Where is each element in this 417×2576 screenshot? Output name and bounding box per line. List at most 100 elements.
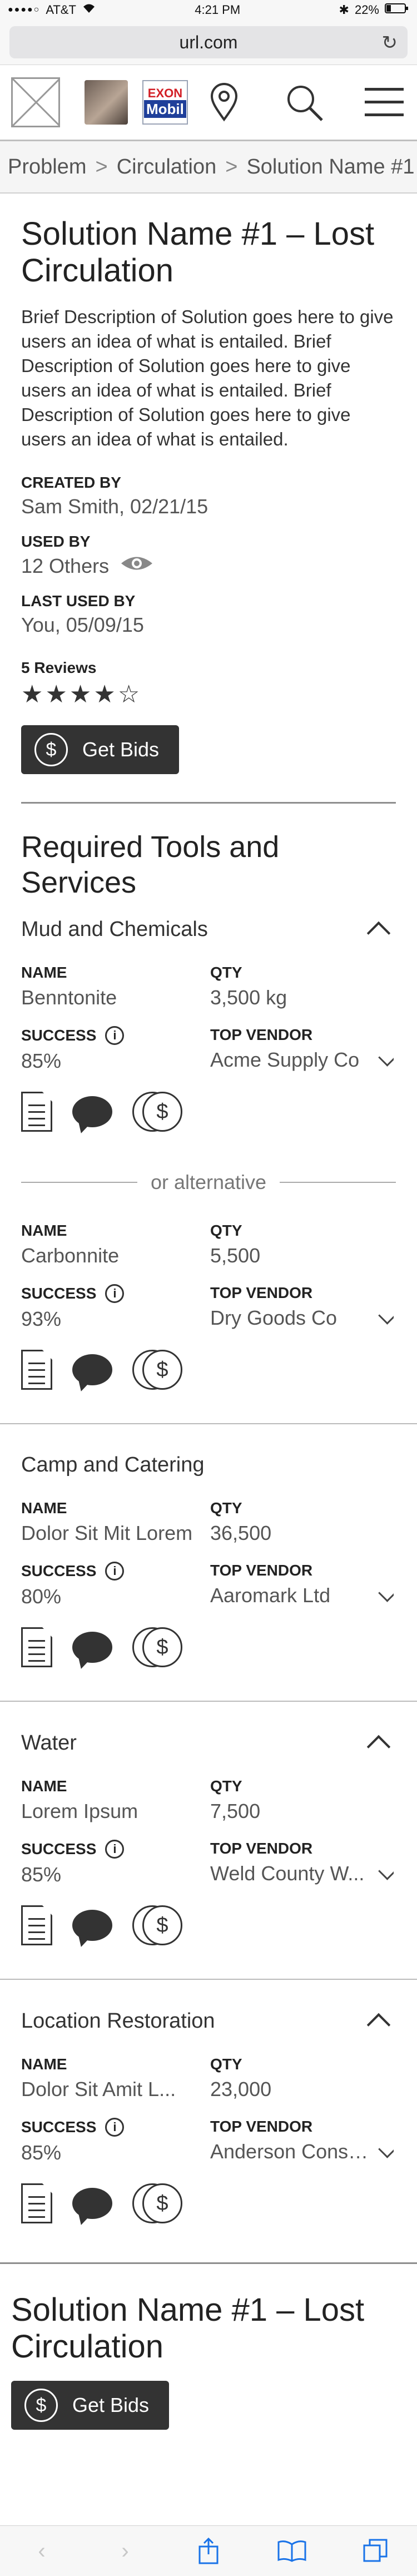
reload-icon[interactable]: ↻: [382, 32, 398, 54]
success-label-text: SUCCESS: [21, 1840, 97, 1857]
vendor-select[interactable]: Aaromark Ltd: [210, 1584, 394, 1607]
chevron-up-icon[interactable]: [366, 2013, 391, 2037]
vendor-value: Dry Goods Co: [210, 1306, 337, 1329]
app-header: EXON Mobil: [0, 65, 417, 141]
group-header-mud[interactable]: Mud and Chemicals: [21, 917, 396, 945]
document-icon[interactable]: [21, 1905, 52, 1945]
success-value: 85%: [21, 2141, 62, 2164]
star-rating[interactable]: ★ ★ ★ ★ ☆: [21, 680, 396, 709]
info-icon[interactable]: i: [105, 1284, 125, 1303]
section-divider: [0, 2262, 417, 2264]
name-label: NAME: [21, 1499, 67, 1517]
breadcrumb-solution[interactable]: Solution Name #1: [246, 155, 414, 179]
info-icon[interactable]: i: [105, 2118, 125, 2137]
address-bar[interactable]: url.com ↻: [9, 26, 408, 58]
success-label: SUCCESS i: [21, 2118, 210, 2137]
star-filled-icon[interactable]: ★: [21, 680, 43, 709]
star-filled-icon[interactable]: ★: [45, 680, 67, 709]
vendor-select[interactable]: Acme Supply Co: [210, 1048, 394, 1072]
eye-icon[interactable]: [120, 554, 153, 578]
tabs-icon[interactable]: [359, 2534, 392, 2568]
tool-item: NAME Dolor Sit Mit Lorem QTY 36,500 SUCCES…: [21, 1499, 396, 1608]
chevron-up-icon[interactable]: [366, 921, 391, 945]
avatar[interactable]: [84, 80, 128, 125]
main-content: Solution Name #1 – Lost Circulation Brie…: [0, 216, 417, 774]
dollar-coin-icon: $: [34, 733, 68, 766]
info-icon[interactable]: i: [105, 1562, 125, 1581]
chevron-down-icon: [378, 1306, 394, 1325]
bookmarks-icon[interactable]: [275, 2534, 309, 2568]
url-text: url.com: [179, 32, 238, 52]
vendor-select[interactable]: Dry Goods Co: [210, 1306, 394, 1330]
coins-icon[interactable]: $: [132, 1092, 182, 1132]
coins-icon[interactable]: $: [132, 2183, 182, 2223]
reviews-label[interactable]: 5 Reviews: [21, 659, 396, 677]
chat-bubble-icon[interactable]: [72, 2188, 112, 2219]
qty-label: QTY: [210, 1222, 242, 1239]
solution-description: Brief Description of Solution goes here …: [21, 306, 394, 449]
clock: 4:21 PM: [195, 3, 241, 17]
group-header-water[interactable]: Water: [21, 1731, 396, 1759]
breadcrumb-circulation[interactable]: Circulation: [117, 155, 217, 179]
chat-bubble-icon[interactable]: [72, 1354, 112, 1385]
success-value: 93%: [21, 1307, 62, 1330]
success-label: SUCCESS i: [21, 1562, 210, 1581]
coins-icon[interactable]: $: [132, 1905, 182, 1945]
info-icon[interactable]: i: [105, 1026, 125, 1045]
name-value: Lorem Ipsum: [21, 1800, 138, 1822]
item-actions: $: [21, 2183, 396, 2223]
coins-icon[interactable]: $: [132, 1350, 182, 1390]
chat-bubble-icon[interactable]: [72, 1632, 112, 1663]
breadcrumb: Problem > Circulation > Solution Name #1: [0, 141, 417, 194]
footer-get-bids-button[interactable]: $ Get Bids: [11, 2381, 170, 2430]
menu-icon[interactable]: [363, 80, 406, 125]
chevron-right-icon: >: [95, 155, 108, 179]
group-title: Water: [21, 1731, 77, 1755]
group-header-camp[interactable]: Camp and Catering: [21, 1453, 396, 1477]
location-pin-icon[interactable]: [202, 80, 246, 125]
chat-bubble-icon[interactable]: [72, 1096, 112, 1127]
bluetooth-icon: ✱: [339, 3, 349, 17]
star-filled-icon[interactable]: ★: [93, 680, 115, 709]
group-title: Camp and Catering: [21, 1453, 205, 1477]
document-icon[interactable]: [21, 1350, 52, 1390]
document-icon[interactable]: [21, 1092, 52, 1132]
group-divider: [0, 1979, 417, 1980]
chevron-right-icon: >: [225, 155, 238, 179]
footer-title: Solution Name #1 – Lost Circulation: [11, 2292, 365, 2365]
vendor-value: Weld County W...: [210, 1862, 365, 1885]
share-icon[interactable]: [192, 2534, 225, 2568]
group-divider: [0, 1423, 417, 1424]
created-by-value: Sam Smith, 02/21/15: [21, 495, 396, 518]
name-label: NAME: [21, 2055, 67, 2073]
back-icon[interactable]: ‹: [25, 2534, 58, 2568]
qty-label: QTY: [210, 2055, 242, 2073]
name-label: NAME: [21, 964, 67, 981]
breadcrumb-problem[interactable]: Problem: [8, 155, 87, 179]
item-actions: $: [21, 1905, 396, 1945]
info-icon[interactable]: i: [105, 1840, 125, 1859]
tool-item: NAME Lorem Ipsum QTY 7,500 SUCCESS i 85% TOP…: [21, 1777, 396, 1886]
coins-icon[interactable]: $: [132, 1627, 182, 1667]
search-icon[interactable]: [282, 80, 326, 125]
document-icon[interactable]: [21, 1627, 52, 1667]
vendor-select[interactable]: Anderson Consu...: [210, 2140, 394, 2163]
brand-bottom: Mobil: [144, 100, 186, 118]
get-bids-button[interactable]: $ Get Bids: [21, 725, 180, 774]
chevron-up-icon[interactable]: [366, 1735, 391, 1759]
chat-bubble-icon[interactable]: [72, 1910, 112, 1941]
star-filled-icon[interactable]: ★: [70, 680, 91, 709]
logo-placeholder-icon[interactable]: [11, 77, 60, 127]
document-icon[interactable]: [21, 2183, 52, 2223]
vendor-select[interactable]: Weld County W...: [210, 1862, 394, 1885]
battery-level: 22%: [354, 3, 379, 17]
success-value: 85%: [21, 1049, 62, 1072]
qty-value: 36,500: [210, 1522, 272, 1544]
forward-icon[interactable]: ›: [108, 2534, 142, 2568]
success-label: SUCCESS i: [21, 1840, 210, 1859]
group-header-restoration[interactable]: Location Restoration: [21, 2009, 396, 2037]
qty-label: QTY: [210, 1777, 242, 1795]
star-empty-icon[interactable]: ☆: [118, 680, 140, 709]
qty-label: QTY: [210, 1499, 242, 1517]
divider-line: [21, 1182, 137, 1183]
